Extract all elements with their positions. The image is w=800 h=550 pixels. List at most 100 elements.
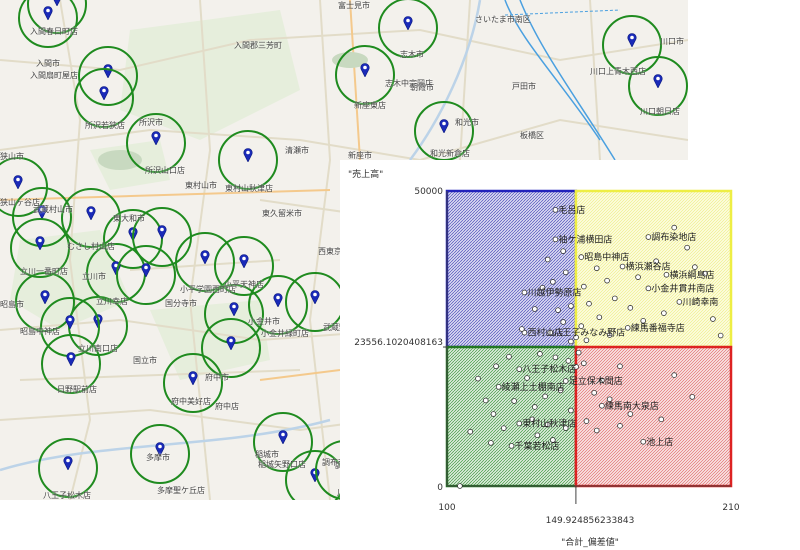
store-pin-icon[interactable] [13,175,23,189]
data-point[interactable] [593,265,600,272]
data-point[interactable] [501,425,507,431]
store-pin-icon[interactable] [65,315,75,329]
data-point[interactable] [684,244,690,251]
data-point[interactable] [550,279,556,285]
data-point[interactable] [624,325,631,331]
data-point[interactable] [710,316,716,322]
data-point[interactable] [658,416,665,423]
data-point[interactable] [490,411,497,417]
store-pin-icon[interactable] [360,63,370,77]
store-pin-icon[interactable] [63,456,73,470]
store-pin-icon[interactable] [273,293,283,307]
data-point[interactable] [560,319,566,325]
data-point[interactable] [676,299,683,305]
data-point[interactable] [495,384,502,390]
data-point[interactable] [635,274,641,280]
map-place-label: 入間市 [36,59,60,68]
data-point[interactable] [568,407,574,414]
data-point[interactable] [604,277,610,284]
store-pin-icon[interactable] [403,16,413,30]
store-pin-icon[interactable] [141,263,151,277]
store-pin-icon[interactable] [310,290,320,304]
store-pin-icon[interactable] [439,119,449,133]
store-pin-icon[interactable] [653,74,663,88]
data-point[interactable] [516,420,523,427]
data-point[interactable] [552,354,559,361]
data-point[interactable] [581,360,587,367]
data-point[interactable] [717,332,724,339]
store-pin-icon[interactable] [627,33,637,47]
data-point[interactable] [511,398,517,404]
data-point[interactable] [689,394,696,400]
data-point[interactable] [521,289,528,296]
data-point[interactable] [555,307,561,313]
map-place-label: 新座東店 [354,101,386,110]
data-point[interactable] [531,404,538,410]
data-point[interactable] [562,269,569,276]
data-point[interactable] [661,310,667,316]
data-point[interactable] [627,305,634,311]
data-point[interactable] [645,285,652,292]
data-point[interactable] [488,440,494,446]
store-pin-icon[interactable] [243,148,253,162]
data-point[interactable] [544,256,551,263]
data-point[interactable] [552,207,559,213]
scatter-plot[interactable]: 毛呂店袖ケ浦横田店昭島中神店 調布染地店横浜瀬谷店横浜綱島店小金井貫井南店川崎幸南… [340,160,800,550]
data-point[interactable] [596,314,603,321]
data-point[interactable] [586,300,592,307]
store-pin-icon[interactable] [40,290,50,304]
data-point[interactable] [692,264,698,270]
data-point[interactable] [519,326,525,332]
store-pin-icon[interactable] [188,371,198,385]
data-point[interactable] [640,438,647,445]
data-point[interactable] [568,338,574,345]
data-point[interactable] [506,353,512,360]
data-point[interactable] [575,349,582,356]
scatter-chart[interactable]: 毛呂店 袖ケ浦横田店 昭島中神店 調布染地店 横浜瀬谷店 横浜綱島店 小金井貫井南店 川崎幸南… [340,160,800,550]
data-point[interactable] [583,418,590,424]
data-point[interactable] [508,443,515,449]
data-point[interactable] [531,306,538,312]
store-pin-icon[interactable] [200,250,210,264]
data-point[interactable] [671,224,678,231]
data-point[interactable] [619,263,626,270]
store-pin-icon[interactable] [86,206,96,220]
data-point[interactable] [537,351,543,357]
store-pin-icon[interactable] [151,131,161,145]
data-point[interactable] [591,389,597,396]
data-point[interactable] [467,428,474,435]
data-point[interactable] [645,234,652,240]
data-point[interactable] [565,358,572,364]
store-pin-icon[interactable] [157,225,167,239]
data-point[interactable] [627,411,634,417]
store-pin-icon[interactable] [278,430,288,444]
store-pin-icon[interactable] [229,302,239,316]
data-point[interactable] [593,427,600,434]
data-point[interactable] [475,375,481,382]
data-point[interactable] [599,402,605,409]
data-point[interactable] [581,283,587,290]
data-point[interactable] [568,303,574,309]
store-pin-icon[interactable] [35,236,45,250]
data-point[interactable] [617,363,623,370]
data-point[interactable] [534,432,541,439]
data-point[interactable] [640,318,647,324]
data-point[interactable] [457,483,463,489]
data-point[interactable] [617,423,623,429]
data-point[interactable] [560,248,566,254]
data-point[interactable] [578,254,585,260]
data-point[interactable] [516,366,523,372]
data-point[interactable] [663,271,670,278]
data-point[interactable] [542,393,548,400]
store-pin-icon[interactable] [99,86,109,100]
store-pin-icon[interactable] [43,6,53,20]
data-point[interactable] [493,363,499,370]
data-point[interactable] [552,236,559,243]
store-pin-icon[interactable] [226,336,236,350]
data-point[interactable] [612,295,618,302]
store-pin-icon[interactable] [239,254,249,268]
data-point[interactable] [524,375,530,381]
data-point[interactable] [482,397,489,404]
store-pin-icon[interactable] [66,352,76,366]
data-point[interactable] [671,372,678,378]
